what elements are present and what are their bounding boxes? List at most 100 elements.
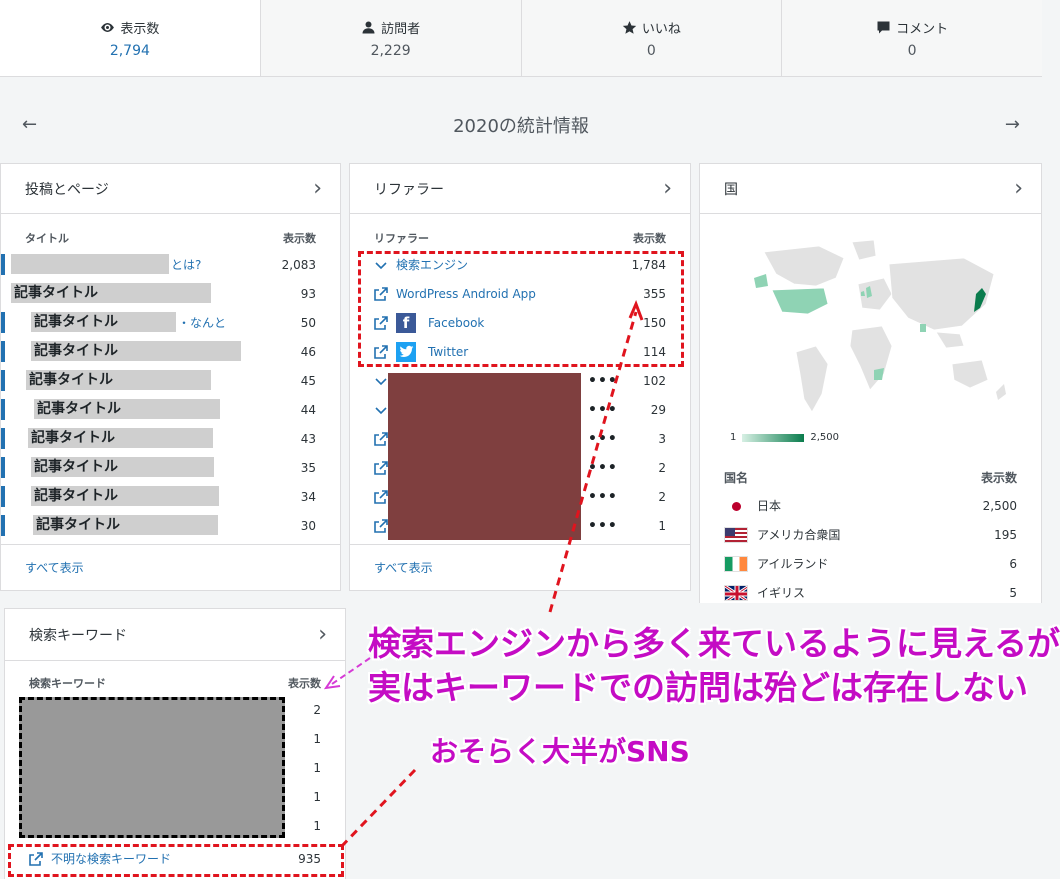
more-dots-icon[interactable]: ••• xyxy=(588,460,618,476)
external-link-icon xyxy=(374,431,388,446)
chevron-right-icon[interactable]: › xyxy=(1014,176,1023,201)
external-link-icon xyxy=(374,518,388,533)
person-icon xyxy=(362,21,375,33)
country-row-uk: イギリス 5 xyxy=(724,584,1017,601)
map-usa xyxy=(771,287,829,315)
tab-visitors[interactable]: 訪問者 2,229 xyxy=(259,0,521,76)
tab-views[interactable]: 表示数 2,794 xyxy=(0,0,260,76)
referrers-column-header: リファラー 表示数 xyxy=(374,232,666,245)
countries-card: 国 › 1 2,500 国名 表示数 日本 2,500 アメリカ合衆国 195 … xyxy=(699,163,1042,603)
posts-view-all-link[interactable]: すべて表示 xyxy=(1,544,340,590)
post-title-redacted: 記事タイトル xyxy=(11,283,211,303)
tab-comments[interactable]: コメント 0 xyxy=(781,0,1042,76)
chevron-right-icon[interactable]: › xyxy=(663,176,672,201)
countries-card-title: 国 xyxy=(724,181,738,198)
post-row[interactable]: 記事タイトル 45 xyxy=(1,366,340,395)
map-alaska xyxy=(754,274,768,288)
annotation-line-3: おそらく大半がSNS xyxy=(430,735,690,768)
referrers-card-header[interactable]: リファラー › xyxy=(350,164,690,214)
chevron-right-icon[interactable]: › xyxy=(313,176,322,201)
arrow-to-unknown-keywords xyxy=(338,768,417,850)
post-row[interactable]: 記事タイトル 34 xyxy=(1,482,340,511)
map-greenland xyxy=(851,239,877,261)
highlight-search-sns-box xyxy=(358,251,684,367)
prev-year-arrow-icon[interactable]: ← xyxy=(22,114,37,135)
post-row[interactable]: とは? 2,083 xyxy=(1,250,340,279)
posts-list: とは? 2,083 記事タイトル 93 記事タイトル ・なんと 50 記事タイトル 46 記事タイ… xyxy=(1,250,340,540)
post-row[interactable]: 記事タイトル 93 xyxy=(1,279,340,308)
more-dots-icon[interactable]: ••• xyxy=(588,373,618,389)
post-views: 34 xyxy=(300,489,316,504)
map-australia xyxy=(951,359,989,389)
post-views: 30 xyxy=(300,518,316,533)
row-highlight-bar xyxy=(1,515,5,536)
uk-flag-icon xyxy=(724,584,748,601)
posts-card-title: 投稿とページ xyxy=(25,181,109,198)
post-title-redacted: 記事タイトル xyxy=(31,312,176,332)
row-highlight-bar xyxy=(1,312,5,333)
referrer-views: 1 xyxy=(658,518,666,533)
row-highlight-bar xyxy=(1,428,5,449)
more-dots-icon[interactable]: ••• xyxy=(588,431,618,447)
map-legend: 1 2,500 xyxy=(730,432,840,443)
post-title: 記事タイトル xyxy=(34,459,118,475)
annotation-line-2: 実はキーワードでの訪問は殆どは存在しない xyxy=(368,668,1028,707)
more-dots-icon[interactable]: ••• xyxy=(588,489,618,505)
annotation-line-1: 検索エンジンから多く来ているように見えるが xyxy=(368,624,1060,663)
post-row[interactable]: 記事タイトル 30 xyxy=(1,511,340,540)
highlight-unknown-keywords-box xyxy=(8,844,344,877)
post-title-redacted: 記事タイトル xyxy=(34,399,220,419)
posts-card: 投稿とページ › タイトル 表示数 とは? 2,083 記事タイトル 93 記事タイトル… xyxy=(0,163,341,591)
tab-comments-label: コメント xyxy=(876,18,948,37)
tab-views-label: 表示数 xyxy=(100,18,159,37)
chevron-right-icon[interactable]: › xyxy=(318,622,327,647)
keywords-card-header[interactable]: 検索キーワード › xyxy=(5,609,345,661)
tab-likes[interactable]: いいね 0 xyxy=(520,0,782,76)
country-row-usa: アメリカ合衆国 195 xyxy=(724,526,1017,543)
post-row[interactable]: 記事タイトル ・なんと 50 xyxy=(1,308,340,337)
keywords-card-title: 検索キーワード xyxy=(29,627,127,644)
chevron-down-icon xyxy=(375,406,387,414)
external-link-icon xyxy=(374,489,388,504)
post-title-redacted: 記事タイトル xyxy=(26,370,211,390)
post-row[interactable]: 記事タイトル 35 xyxy=(1,453,340,482)
tab-likes-label: いいね xyxy=(622,18,681,37)
post-views: 46 xyxy=(300,344,316,359)
more-dots-icon[interactable]: ••• xyxy=(588,518,618,534)
post-title: 記事タイトル xyxy=(36,517,120,533)
post-views: 35 xyxy=(300,460,316,475)
post-views: 93 xyxy=(300,286,316,301)
stats-tabs: 表示数 2,794 訪問者 2,229 いいね 0 コメント 0 xyxy=(0,0,1042,77)
keyword-views: 1 xyxy=(313,760,321,775)
post-row[interactable]: 記事タイトル 46 xyxy=(1,337,340,366)
keyword-views: 1 xyxy=(313,818,321,833)
map-new-zealand xyxy=(996,384,1006,400)
post-row[interactable]: 記事タイトル 44 xyxy=(1,395,340,424)
row-highlight-bar xyxy=(1,370,5,391)
referrer-views: 2 xyxy=(658,460,666,475)
posts-card-header[interactable]: 投稿とページ › xyxy=(1,164,340,214)
star-icon xyxy=(622,20,637,34)
country-row-ireland: アイルランド 6 xyxy=(724,555,1017,572)
referrers-view-all-link[interactable]: すべて表示 xyxy=(350,544,690,590)
countries-card-header[interactable]: 国 › xyxy=(700,164,1041,214)
referrer-views: 3 xyxy=(658,431,666,446)
row-highlight-bar xyxy=(1,341,5,362)
more-dots-icon[interactable]: ••• xyxy=(588,402,618,418)
legend-gradient xyxy=(742,433,805,442)
post-views: 45 xyxy=(300,373,316,388)
post-title: 記事タイトル xyxy=(29,372,113,388)
post-views: 43 xyxy=(300,431,316,446)
map-southeast-asia xyxy=(935,331,965,349)
post-title-suffix: とは? xyxy=(171,258,202,272)
referrer-views: 2 xyxy=(658,489,666,504)
referrer-views: 102 xyxy=(643,373,666,388)
country-row-japan: 日本 2,500 xyxy=(724,497,1017,514)
map-north-canada xyxy=(763,245,845,287)
next-year-arrow-icon[interactable]: → xyxy=(1005,114,1020,135)
row-highlight-bar xyxy=(1,399,5,420)
map-south-america xyxy=(795,345,829,413)
post-row[interactable]: 記事タイトル 43 xyxy=(1,424,340,453)
japan-flag-icon xyxy=(724,497,748,514)
tab-comments-value: 0 xyxy=(907,42,917,59)
